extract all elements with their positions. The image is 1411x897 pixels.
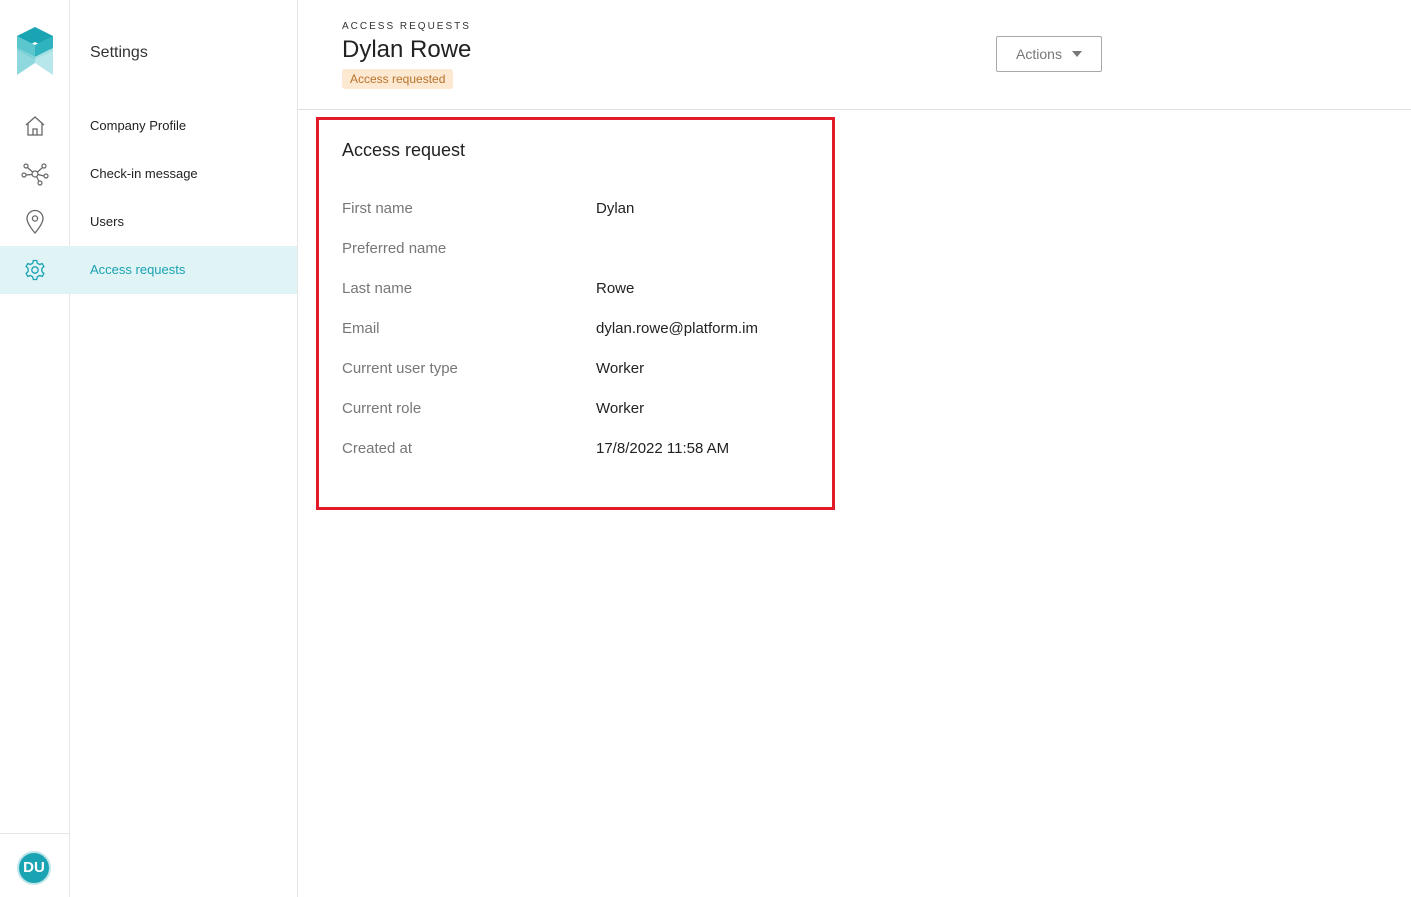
rail-item-locations[interactable] bbox=[0, 198, 70, 246]
detail-label: Email bbox=[342, 320, 380, 337]
detail-value: Worker bbox=[596, 400, 645, 417]
detail-row-created-at: Created at 17/8/2022 11:58 AM bbox=[342, 440, 812, 460]
location-pin-icon bbox=[24, 209, 46, 235]
detail-value: Rowe bbox=[596, 280, 635, 297]
icon-rail: DU bbox=[0, 0, 70, 897]
chevron-down-icon bbox=[1071, 51, 1082, 57]
gear-icon bbox=[23, 258, 47, 282]
detail-label: Last name bbox=[342, 280, 413, 297]
rail-footer: DU bbox=[0, 833, 70, 897]
detail-label: Created at bbox=[342, 440, 413, 457]
detail-label: Current user type bbox=[342, 360, 458, 377]
detail-row-email: Email dylan.rowe@platform.im bbox=[342, 320, 812, 340]
detail-value: Worker bbox=[596, 360, 645, 377]
rail-item-network[interactable] bbox=[0, 150, 70, 198]
logo-icon bbox=[17, 27, 53, 75]
detail-row-preferred-name: Preferred name bbox=[342, 240, 812, 260]
rail-item-home[interactable] bbox=[0, 102, 70, 150]
detail-value: Dylan bbox=[596, 200, 635, 217]
breadcrumb[interactable]: ACCESS REQUESTS bbox=[342, 21, 471, 32]
sidebar-item-company-profile[interactable]: Company Profile bbox=[70, 102, 297, 150]
detail-row-first-name: First name Dylan bbox=[342, 200, 812, 220]
detail-row-current-user-type: Current user type Worker bbox=[342, 360, 812, 380]
home-icon bbox=[23, 114, 47, 138]
avatar[interactable]: DU bbox=[17, 851, 51, 885]
detail-label: First name bbox=[342, 200, 413, 217]
rail-item-settings[interactable] bbox=[0, 246, 70, 294]
sidebar-item-users[interactable]: Users bbox=[70, 198, 297, 246]
detail-row-last-name: Last name Rowe bbox=[342, 280, 812, 300]
network-icon bbox=[21, 162, 49, 186]
settings-sidebar: Settings Company Profile Check-in messag… bbox=[70, 0, 298, 897]
page-title: Dylan Rowe bbox=[342, 36, 472, 63]
detail-row-current-role: Current role Worker bbox=[342, 400, 812, 420]
actions-button[interactable]: Actions bbox=[996, 36, 1102, 72]
sidebar-item-check-in-message[interactable]: Check-in message bbox=[70, 150, 297, 198]
detail-value: 17/8/2022 11:58 AM bbox=[596, 440, 730, 457]
sidebar-title: Settings bbox=[90, 44, 148, 61]
page-header: ACCESS REQUESTS Dylan Rowe Access reques… bbox=[298, 0, 1411, 110]
detail-value: dylan.rowe@platform.im bbox=[596, 320, 758, 337]
card-title: Access request bbox=[342, 140, 466, 160]
sidebar-item-access-requests[interactable]: Access requests bbox=[70, 246, 297, 294]
detail-label: Preferred name bbox=[342, 240, 447, 257]
actions-button-label: Actions bbox=[1016, 46, 1062, 62]
app: DU Settings Company Profile Check-in mes… bbox=[0, 0, 1411, 897]
access-request-card: Access request First name Dylan Preferre… bbox=[316, 117, 835, 510]
status-badge: Access requested bbox=[342, 69, 454, 89]
detail-label: Current role bbox=[342, 400, 422, 417]
